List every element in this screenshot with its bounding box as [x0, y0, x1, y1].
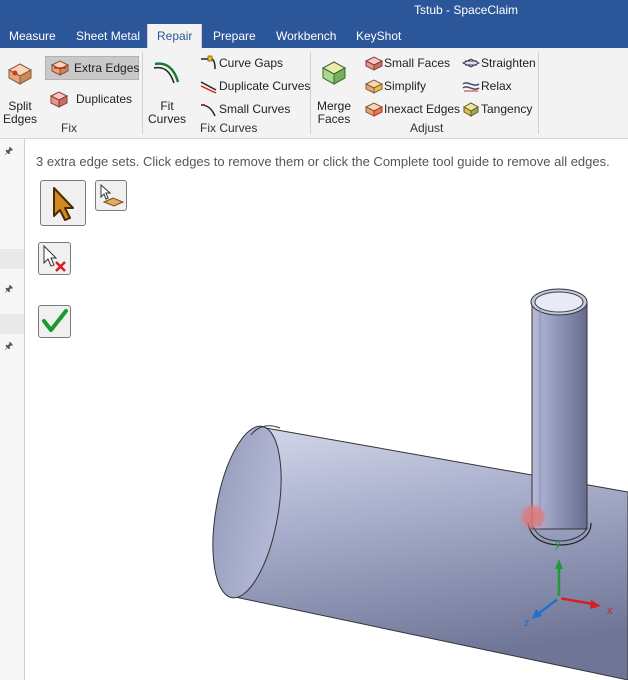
window-title: Tstub - SpaceClaim: [414, 3, 519, 17]
tangency-button[interactable]: Tangency: [461, 98, 535, 120]
adjust-group-label: Adjust: [410, 121, 444, 135]
split-edges-button[interactable]: Split Edges: [2, 56, 38, 125]
ribbon-panel: Split Edges Extra Edges Duplicates Fix F…: [0, 48, 628, 139]
model-scene: y x z: [212, 288, 628, 680]
small-faces-button[interactable]: Small Faces: [364, 52, 454, 74]
simplify-icon: [365, 79, 383, 94]
ribbon-tab-bar: Measure Sheet Metal Repair Prepare Workb…: [0, 24, 628, 49]
duplicate-curves-icon: [200, 81, 217, 94]
straighten-label: Straighten: [481, 56, 536, 70]
tangency-label: Tangency: [481, 102, 533, 116]
relax-label: Relax: [481, 79, 512, 93]
small-faces-label: Small Faces: [384, 56, 451, 70]
title-bar: Tstub - SpaceClaim: [0, 0, 628, 24]
group-separator: [142, 52, 143, 134]
x-axis-label: x: [607, 605, 613, 617]
pin-icon[interactable]: 🖈: [4, 282, 13, 299]
tab-keyshot[interactable]: KeyShot: [356, 24, 401, 48]
tab-sheet-metal[interactable]: Sheet Metal: [76, 24, 140, 48]
curve-gaps-button[interactable]: Curve Gaps: [198, 52, 298, 74]
pin-icon[interactable]: 🖈: [4, 339, 13, 356]
triad-origin: [556, 595, 562, 601]
group-separator: [310, 52, 311, 134]
z-axis-label: z: [524, 617, 530, 629]
fit-curves-label-1: Fit: [160, 99, 174, 113]
fix-curves-group-label: Fix Curves: [200, 121, 258, 135]
panel-header-strip: [0, 249, 24, 269]
duplicate-curves-label: Duplicate Curves: [219, 79, 311, 93]
tab-measure[interactable]: Measure: [9, 24, 56, 48]
tab-workbench[interactable]: Workbench: [276, 24, 336, 48]
merge-faces-label-2: Faces: [317, 112, 351, 126]
straighten-button[interactable]: Straighten: [461, 52, 536, 74]
fit-curves-label-2: Curves: [148, 112, 187, 126]
relax-button[interactable]: Relax: [461, 75, 521, 97]
inexact-edges-label: Inexact Edges: [384, 102, 461, 116]
problem-highlight-core: [522, 506, 544, 528]
design-viewport[interactable]: 3 extra edge sets. Click edges to remove…: [25, 139, 628, 680]
simplify-label: Simplify: [384, 79, 427, 93]
extra-edges-label: Extra Edges: [74, 61, 140, 75]
panel-header-strip: [0, 314, 24, 334]
relax-icon: [462, 82, 480, 92]
merge-faces-icon: [321, 61, 347, 85]
inexact-edges-icon: [365, 102, 383, 117]
y-axis-label: y: [555, 538, 561, 550]
group-separator: [538, 52, 539, 134]
curve-gaps-icon: [201, 55, 216, 70]
branch-pipe-top-inner: [534, 291, 584, 313]
extra-edges-button[interactable]: Extra Edges: [45, 56, 139, 80]
inexact-edges-button[interactable]: Inexact Edges: [364, 98, 461, 120]
pin-icon[interactable]: 🖈: [4, 144, 13, 161]
duplicates-label: Duplicates: [76, 92, 133, 106]
extra-edges-icon: [50, 60, 70, 76]
merge-faces-button[interactable]: Merge Faces: [316, 56, 352, 125]
split-edges-icon: [7, 63, 33, 85]
small-curves-button[interactable]: Small Curves: [198, 98, 298, 120]
simplify-button[interactable]: Simplify: [364, 75, 434, 97]
tab-repair[interactable]: Repair: [147, 24, 203, 49]
fit-curves-button[interactable]: Fit Curves: [148, 56, 186, 125]
duplicates-button[interactable]: Duplicates: [46, 88, 136, 110]
small-curves-icon: [200, 104, 216, 117]
merge-faces-label-1: Merge: [316, 99, 351, 113]
duplicates-icon: [49, 91, 69, 108]
fit-curves-icon: [153, 62, 180, 84]
small-faces-icon: [365, 56, 383, 71]
tab-prepare[interactable]: Prepare: [213, 24, 256, 48]
duplicate-curves-button[interactable]: Duplicate Curves: [198, 75, 311, 97]
split-edges-label-1: Split: [8, 99, 32, 113]
fix-group-label: Fix: [61, 121, 77, 135]
split-edges-label-2: Edges: [2, 112, 38, 126]
small-curves-label: Small Curves: [219, 102, 291, 116]
tangency-icon: [462, 102, 480, 117]
straighten-icon: [462, 58, 480, 68]
curve-gaps-label: Curve Gaps: [219, 56, 284, 70]
left-panel: 🖈 🖈 🖈: [0, 139, 25, 680]
